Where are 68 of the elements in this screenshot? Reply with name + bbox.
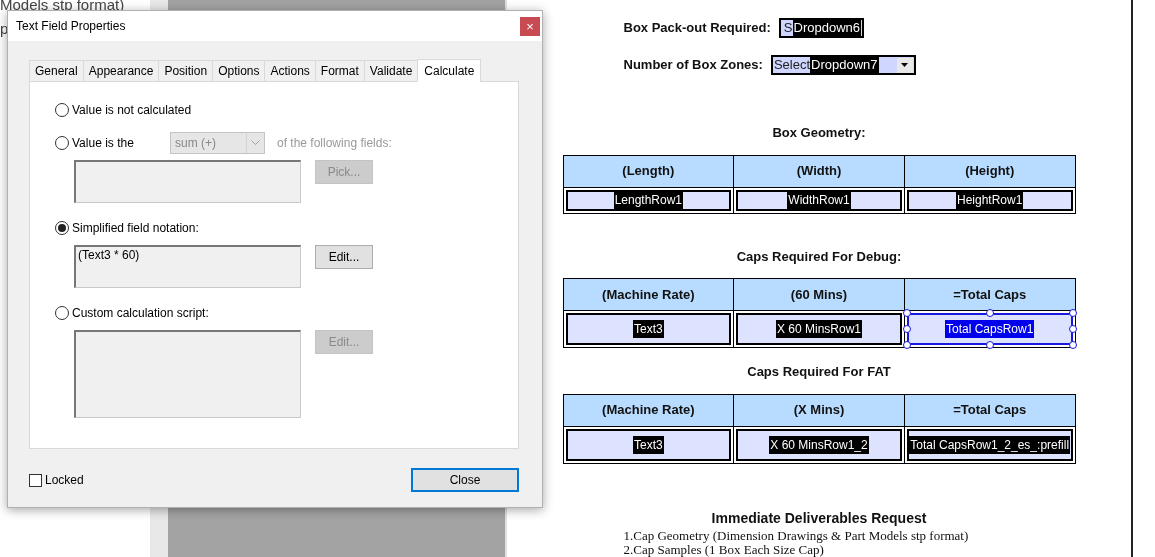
form-field[interactable]: Total CapsRow1 [906, 313, 1073, 345]
dropdown-text: S [782, 19, 793, 38]
form-field[interactable]: HeightRow1 [906, 189, 1073, 211]
field-name-label: Text3 [633, 320, 664, 338]
dropdown-value: sum (+) [175, 135, 216, 152]
column-header: (Machine Rate) [563, 394, 734, 426]
form-field[interactable]: X 60 MinsRow1_2 [736, 428, 902, 461]
column-header: (X Mins) [733, 394, 904, 426]
resize-handle[interactable] [985, 341, 994, 349]
field-name-label: HeightRow1 [956, 191, 1024, 209]
dropdown-field[interactable]: SDropdown6 [778, 18, 865, 38]
column-header: =Total Caps [903, 394, 1075, 426]
dropdown-text: Select [772, 56, 811, 75]
column-header: =Total Caps [903, 279, 1075, 310]
radio-label: Value is not calculated [72, 102, 192, 119]
list-item: 2.Cap Samples (1 Box Each Size Cap) [623, 542, 824, 557]
column-header: (60 Mins) [733, 279, 904, 310]
checkbox-label: Locked [45, 472, 84, 489]
close-button[interactable]: × [520, 16, 540, 36]
close-button[interactable]: Close [411, 468, 519, 492]
text-area[interactable] [74, 330, 301, 418]
field-name-label: Dropdown6 [792, 18, 862, 38]
resize-handle[interactable] [985, 309, 994, 317]
section-title: Immediate Deliverables Request [711, 508, 927, 528]
column-header: (Width) [733, 155, 904, 187]
tab[interactable]: Actions [264, 60, 315, 81]
tab[interactable]: Calculate [417, 59, 482, 82]
section-title: Caps Required For Debug: [736, 247, 902, 266]
form-field[interactable]: Text3 [565, 313, 732, 345]
dropdown-field[interactable]: SelectDropdown7 [770, 55, 916, 75]
form-field[interactable]: Total CapsRow1_2_es_:prefill [906, 428, 1073, 461]
radio-button[interactable] [55, 221, 69, 235]
field-label: Number of Box Zones: [623, 56, 763, 75]
radio-button[interactable] [55, 103, 69, 117]
list-item: 1.Cap Geometry (Dimension Drawings & Part Models stp format) [623, 528, 970, 543]
field-note: of the following fields: [277, 135, 392, 152]
form-field[interactable]: LengthRow1 [565, 189, 732, 211]
window-title: Text Field Properties [16, 18, 126, 35]
tab[interactable]: General [29, 60, 83, 81]
radio-label: Custom calculation script: [72, 305, 209, 322]
section-title: Box Geometry: [772, 124, 866, 142]
tab[interactable]: Validate [363, 60, 418, 81]
form-field[interactable]: Text3 [565, 428, 732, 461]
field-name-label: Text3 [633, 435, 664, 454]
field-name-label: X 60 MinsRow1 [776, 320, 863, 338]
form-field[interactable]: X 60 MinsRow1 [736, 313, 902, 345]
edit-button[interactable]: Edit... [315, 245, 373, 269]
tab[interactable]: Format [314, 60, 364, 81]
field-name-label: Total CapsRow1 [945, 320, 1035, 338]
field-label: Box Pack-out Required: [623, 19, 771, 38]
tab[interactable]: Position [158, 60, 213, 81]
section-title: Caps Required For FAT [747, 363, 891, 381]
field-name-label: X 60 MinsRow1_2 [769, 435, 869, 454]
tab[interactable]: Appearance [82, 60, 159, 81]
text-area[interactable]: (Text3 * 60) [74, 245, 301, 288]
field-name-label: LengthRow1 [613, 191, 684, 209]
field-name-label: Total CapsRow1_2_es_:prefill [909, 435, 1071, 454]
column-header: (Machine Rate) [563, 279, 734, 310]
radio-label: Value is the [72, 135, 135, 152]
column-header: (Length) [563, 155, 734, 187]
text-area[interactable] [74, 160, 301, 203]
field-name-label: Dropdown7 [810, 55, 879, 75]
form-field[interactable]: WidthRow1 [736, 189, 902, 211]
radio-label: Simplified field notation: [72, 220, 199, 237]
tab[interactable]: Options [212, 60, 265, 81]
checkbox[interactable] [29, 473, 42, 487]
field-name-label: WidthRow1 [787, 191, 851, 209]
column-header: (Height) [903, 155, 1075, 187]
